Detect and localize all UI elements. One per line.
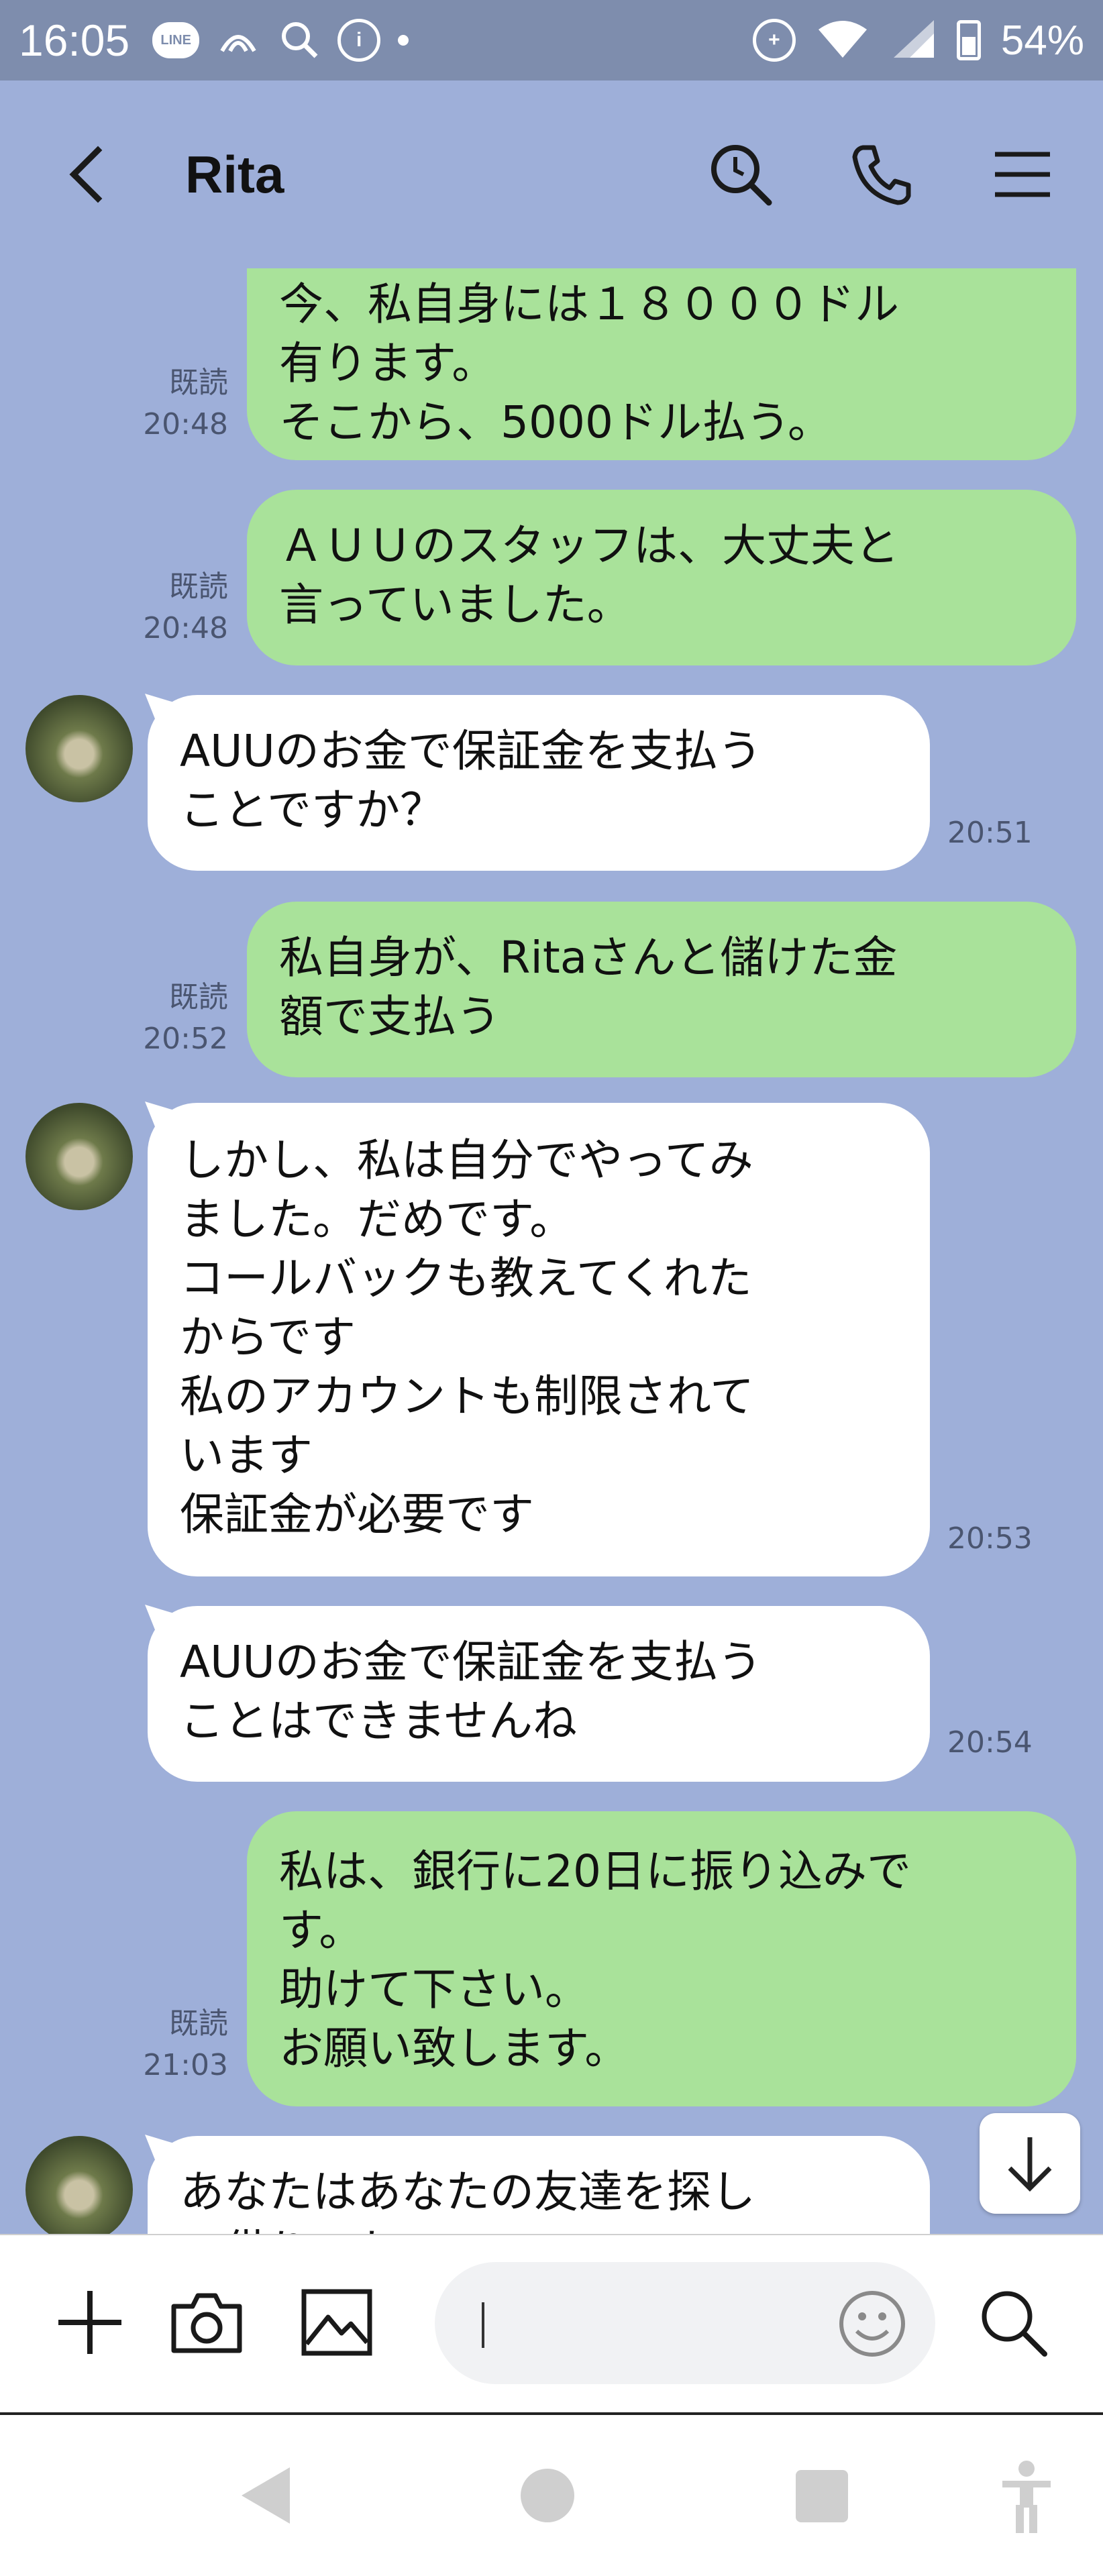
signal-icon: [890, 17, 937, 64]
chat-messages[interactable]: 今、私自身には１８０００ドル 有ります。 そこから、5000ドル払う。 既読 2…: [0, 268, 1103, 2234]
battery-icon: [956, 20, 981, 60]
battery-percent: 54%: [1000, 17, 1084, 64]
wifi-call-icon: [217, 17, 260, 64]
wifi-icon: [816, 17, 870, 64]
chat-header: Rita: [0, 80, 1103, 268]
add-button[interactable]: [43, 2275, 137, 2369]
image-icon: [301, 2289, 372, 2356]
status-bar: 16:05 LINE i + 54%: [0, 0, 1103, 80]
search-button[interactable]: [966, 2275, 1060, 2369]
info-icon: i: [337, 19, 381, 62]
search-icon: [711, 145, 772, 206]
message-time: 21:03: [143, 2048, 228, 2082]
camera-button[interactable]: [160, 2275, 254, 2369]
accessibility-icon[interactable]: [1000, 2459, 1053, 2533]
message-sent[interactable]: 私は、銀行に20日に振り込みで す。 助けて下さい。 お願い致します。: [247, 1811, 1076, 2106]
message-time: 20:54: [947, 1725, 1033, 1760]
data-saver-icon: +: [752, 19, 796, 62]
avatar[interactable]: [25, 1103, 133, 1210]
scroll-down-button[interactable]: [980, 2113, 1080, 2214]
message-sent[interactable]: 今、私自身には１８０００ドル 有ります。 そこから、5000ドル払う。: [247, 268, 1076, 460]
message-sent[interactable]: 私自身が、Ritaさんと儲けた金 額で支払う: [247, 902, 1076, 1077]
message-input-bar: [0, 2234, 1103, 2415]
search-button[interactable]: [707, 141, 774, 208]
message-sent[interactable]: ＡＵＵのスタッフは、大丈夫と 言っていました。: [247, 490, 1076, 665]
call-button[interactable]: [848, 141, 915, 208]
message-time: 20:48: [143, 407, 228, 441]
notification-icons: LINE i: [152, 17, 409, 64]
nav-recents-icon[interactable]: [796, 2470, 848, 2522]
text-caret: [482, 2302, 484, 2348]
camera-icon: [171, 2293, 242, 2353]
arrow-down-icon: [1008, 2137, 1052, 2192]
message-time: 20:51: [947, 816, 1033, 850]
avatar[interactable]: [25, 2136, 133, 2234]
system-nav-bar: [0, 2415, 1103, 2576]
back-icon[interactable]: [69, 146, 127, 203]
dot-icon: [398, 35, 409, 46]
line-icon: LINE: [152, 22, 200, 58]
nav-home-icon[interactable]: [521, 2469, 574, 2522]
image-button[interactable]: [290, 2275, 384, 2369]
menu-button[interactable]: [989, 141, 1056, 208]
read-receipt: 既読: [169, 2006, 228, 2041]
message-received[interactable]: あなたはあなたの友達を探し て借りてね: [148, 2136, 930, 2234]
read-receipt: 既読: [169, 570, 228, 604]
emoji-icon: [839, 2291, 905, 2357]
menu-icon: [995, 152, 1050, 197]
plus-icon: [58, 2291, 121, 2354]
status-time: 16:05: [19, 15, 130, 65]
message-time: 20:53: [947, 1521, 1033, 1556]
emoji-button[interactable]: [825, 2277, 919, 2371]
chat-title: Rita: [185, 144, 284, 204]
message-received[interactable]: AUUのお金で保証金を支払う ことはできませんね: [148, 1606, 930, 1782]
message-time: 20:52: [143, 1022, 228, 1056]
search-shield-icon: [277, 17, 320, 64]
message-received[interactable]: しかし、私は自分でやってみ ました。だめです。 コールバックも教えてくれた から…: [148, 1103, 930, 1576]
phone-icon: [852, 145, 911, 205]
search-icon: [982, 2291, 1047, 2357]
nav-back-icon[interactable]: [242, 2467, 290, 2524]
avatar[interactable]: [25, 695, 133, 802]
message-time: 20:48: [143, 611, 228, 645]
message-received[interactable]: AUUのお金で保証金を支払う ことですか？: [148, 695, 930, 871]
read-receipt: 既読: [169, 366, 228, 400]
read-receipt: 既読: [169, 980, 228, 1014]
